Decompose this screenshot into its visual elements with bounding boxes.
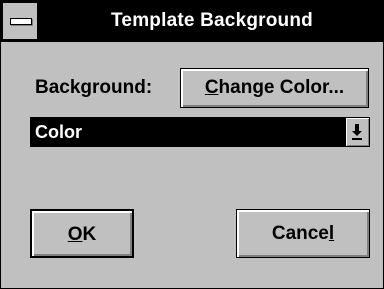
color-dropdown[interactable]: Color [30,117,370,147]
change-color-label: hange Color... [218,77,345,98]
template-background-dialog: Template Background Background: Change C… [0,0,384,289]
change-color-button[interactable]: Change Color... [180,68,369,108]
ok-button[interactable]: OK [30,209,134,258]
down-arrow-icon [352,124,362,140]
ok-label: K [82,224,97,245]
cancel-label: Cance [271,223,329,244]
system-menu-icon [10,18,32,25]
dialog-title: Template Background [111,10,313,31]
cancel-mnemonic: l [328,223,335,244]
dropdown-arrow-button[interactable] [345,118,369,146]
title-bar[interactable]: Template Background [1,1,383,42]
cancel-button[interactable]: Cancel [236,209,370,258]
change-color-mnemonic: C [204,77,219,98]
background-label: Background: [35,77,153,98]
ok-mnemonic: O [67,224,83,245]
color-dropdown-value: Color [35,122,82,142]
system-menu-button[interactable] [3,3,39,39]
